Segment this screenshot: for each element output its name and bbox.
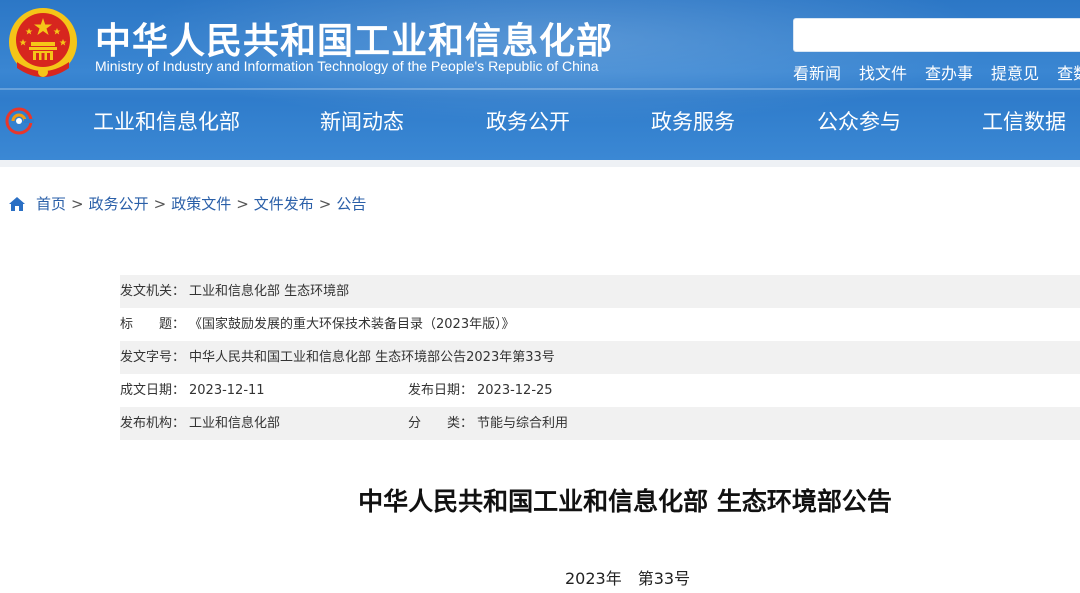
created-date-value: 2023-12-11 — [189, 383, 265, 398]
national-emblem[interactable] — [7, 6, 79, 80]
breadcrumb-separator: > — [153, 194, 167, 213]
site-header: 中华人民共和国工业和信息化部 Ministry of Industry and … — [0, 0, 1080, 160]
doc-number-value: 中华人民共和国工业和信息化部 生态环境部公告2023年第33号 — [189, 350, 555, 365]
quick-link-news[interactable]: 看新闻 — [793, 60, 841, 84]
header-divider — [0, 88, 1080, 90]
title-label: 标 题： — [120, 317, 186, 332]
quick-link-services[interactable]: 查办事 — [925, 60, 973, 84]
nav-item-services[interactable]: 政务服务 — [651, 106, 735, 136]
document-number: 2023年 第33号 — [565, 569, 691, 588]
breadcrumb-home[interactable]: 首页 — [36, 193, 66, 214]
document-info-table: 发文机关： 工业和信息化部 生态环境部 标 题： 《国家鼓励发展的重大环保技术装… — [120, 275, 1080, 440]
site-subtitle: Ministry of Industry and Information Tec… — [95, 58, 599, 74]
title-value: 《国家鼓励发展的重大环保技术装备目录（2023年版）》 — [189, 317, 515, 332]
nav-item-data[interactable]: 工信数据 — [982, 106, 1066, 136]
agency-value: 工业和信息化部 — [189, 416, 281, 431]
info-row-title: 标 题： 《国家鼓励发展的重大环保技术装备目录（2023年版）》 — [120, 308, 1080, 341]
document-title: 中华人民共和国工业和信息化部 生态环境部公告 — [358, 487, 892, 516]
info-row-doc-number: 发文字号： 中华人民共和国工业和信息化部 生态环境部公告2023年第33号 — [120, 341, 1080, 374]
breadcrumb-separator: > — [318, 194, 332, 213]
nav-item-participation[interactable]: 公众参与 — [817, 106, 901, 136]
info-row-dates: 成文日期： 2023-12-11 发布日期： 2023-12-25 — [120, 374, 1080, 407]
nav-item-public-affairs[interactable]: 政务公开 — [486, 106, 570, 136]
quick-link-feedback[interactable]: 提意见 — [991, 60, 1039, 84]
created-date-label: 成文日期： — [120, 383, 186, 398]
breadcrumb: 首页 > 政务公开 > 政策文件 > 文件发布 > 公告 — [8, 193, 366, 214]
category-value: 节能与综合利用 — [477, 416, 569, 431]
miit-logo-icon — [5, 107, 34, 135]
nav-item-miit[interactable]: 工业和信息化部 — [93, 106, 240, 136]
published-date-value: 2023-12-25 — [477, 383, 553, 398]
doc-number-label: 发文字号： — [120, 350, 186, 365]
breadcrumb-policy-docs[interactable]: 政策文件 — [171, 193, 231, 214]
info-row-agency: 发布机构： 工业和信息化部 分 类： 节能与综合利用 — [120, 407, 1080, 440]
quick-link-files[interactable]: 找文件 — [859, 60, 907, 84]
issuer-label: 发文机关： — [120, 284, 186, 299]
breadcrumb-announcement[interactable]: 公告 — [336, 193, 366, 214]
nav-item-news[interactable]: 新闻动态 — [320, 106, 404, 136]
info-row-issuer: 发文机关： 工业和信息化部 生态环境部 — [120, 275, 1080, 308]
published-date-label: 发布日期： — [408, 383, 474, 398]
breadcrumb-public-affairs[interactable]: 政务公开 — [89, 193, 149, 214]
breadcrumb-separator: > — [71, 194, 84, 213]
quick-links: 看新闻 找文件 查办事 提意见 查数 — [793, 60, 1080, 84]
agency-label: 发布机构： — [120, 416, 186, 431]
quick-link-data[interactable]: 查数 — [1057, 60, 1080, 84]
site-title[interactable]: 中华人民共和国工业和信息化部 — [95, 12, 613, 64]
issuer-value: 工业和信息化部 生态环境部 — [189, 284, 350, 299]
breadcrumb-doc-release[interactable]: 文件发布 — [254, 193, 314, 214]
category-label: 分 类： — [408, 416, 474, 431]
search-input[interactable] — [793, 18, 1080, 52]
breadcrumb-separator: > — [236, 194, 249, 213]
home-icon[interactable] — [8, 196, 26, 212]
header-shadow-strip — [0, 160, 1080, 167]
